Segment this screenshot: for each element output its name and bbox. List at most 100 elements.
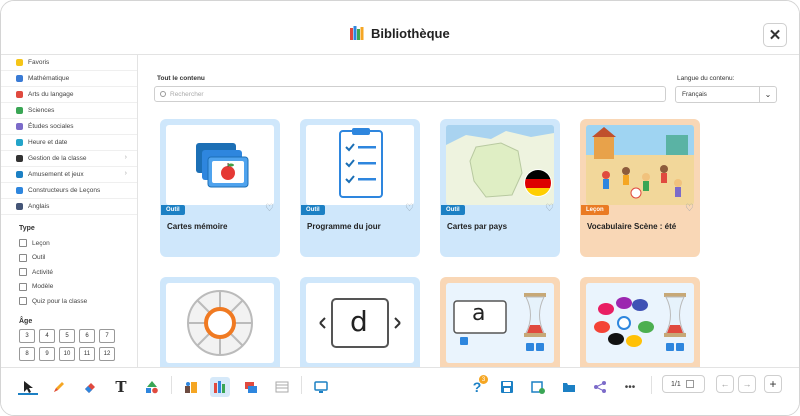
heart-icon[interactable]: ♡ xyxy=(405,203,414,214)
card-color-palette[interactable] xyxy=(580,277,700,367)
card-summer-vocabulary[interactable]: Leçon ♡ Vocabulaire Scène : été xyxy=(580,119,700,257)
category-label: Sciences xyxy=(28,107,55,114)
sidebar-category-item[interactable]: Études sociales xyxy=(1,119,137,135)
type-filter-item[interactable]: Leçon xyxy=(1,236,137,251)
card-flashcards[interactable]: Outil ♡ Cartes mémoire xyxy=(160,119,280,257)
card-thumbnail: d xyxy=(306,283,414,363)
type-filter-item[interactable]: Quiz pour la classe xyxy=(1,294,137,309)
toolbar-divider xyxy=(171,376,172,394)
card-thumbnail xyxy=(306,125,414,205)
age-button[interactable]: 10 xyxy=(59,346,75,361)
sidebar-category-item[interactable]: Favoris xyxy=(1,55,137,71)
more-icon[interactable]: ••• xyxy=(620,377,640,397)
bottom-toolbar: T ? 3 ••• 1/1 ← → + xyxy=(1,367,799,415)
age-button[interactable]: 3 xyxy=(19,328,35,343)
heart-icon[interactable]: ♡ xyxy=(685,203,694,214)
type-filter-item[interactable]: Modèle xyxy=(1,280,137,295)
heart-icon[interactable]: ♡ xyxy=(545,203,554,214)
chevron-right-icon: › xyxy=(124,170,127,177)
sidebar-category-item[interactable]: Mathématique xyxy=(1,71,137,87)
type-filter-item[interactable]: Activité xyxy=(1,265,137,280)
content-area: Tout le contenu Rechercher Langue du con… xyxy=(139,55,799,367)
age-button[interactable]: 12 xyxy=(99,346,115,361)
age-button[interactable]: 7 xyxy=(99,328,115,343)
type-label: Modèle xyxy=(32,283,54,291)
category-icon xyxy=(16,139,23,146)
age-button[interactable]: 11 xyxy=(79,346,95,361)
sidebar-category-item[interactable]: Anglais xyxy=(1,199,137,215)
add-button[interactable]: + xyxy=(764,375,782,393)
card-daily-schedule[interactable]: Outil ♡ Programme du jour xyxy=(300,119,420,257)
heart-icon[interactable]: ♡ xyxy=(265,203,274,214)
sidebar-category-item[interactable]: Sciences xyxy=(1,103,137,119)
header: Bibliothèque ✕ xyxy=(1,1,799,55)
card-spinner[interactable] xyxy=(160,277,280,367)
toolbar-divider xyxy=(301,376,302,394)
checkbox[interactable] xyxy=(19,282,27,291)
eraser-icon[interactable] xyxy=(80,377,100,397)
card-letter-d[interactable]: d xyxy=(300,277,420,367)
text-tool-icon[interactable]: T xyxy=(111,377,131,397)
type-filter-item[interactable]: Outil xyxy=(1,251,137,266)
library-icon[interactable] xyxy=(210,377,230,397)
sidebar-category-item[interactable]: Gestion de la classe › xyxy=(1,151,137,167)
type-filter-list: Leçon Outil Activité Modèle Quiz pour la cla… xyxy=(1,236,137,309)
sidebar-category-item[interactable]: Constructeurs de Leçons xyxy=(1,183,137,199)
prev-page-button[interactable]: ← xyxy=(716,375,734,393)
category-label: Études sociales xyxy=(28,123,74,130)
checkbox[interactable] xyxy=(19,253,27,262)
share-icon[interactable] xyxy=(590,377,610,397)
checkbox[interactable] xyxy=(19,297,27,306)
pen-icon[interactable] xyxy=(49,377,69,397)
media-icon[interactable] xyxy=(241,377,261,397)
content-language-label: Langue du contenu: xyxy=(677,75,735,82)
type-badge: Leçon xyxy=(581,205,609,215)
card-letter-a[interactable]: a xyxy=(440,277,560,367)
category-list: Favoris Mathématique Arts du langage Scienc… xyxy=(1,55,137,215)
card-title: Cartes mémoire xyxy=(167,222,228,231)
next-page-button[interactable]: → xyxy=(738,375,756,393)
type-label: Leçon xyxy=(32,239,50,247)
category-label: Constructeurs de Leçons xyxy=(28,187,101,194)
sidebar-category-item[interactable]: Heure et date xyxy=(1,135,137,151)
age-button[interactable]: 9 xyxy=(39,346,55,361)
card-thumbnail xyxy=(166,125,274,205)
shapes-icon[interactable] xyxy=(142,377,162,397)
search-input[interactable]: Rechercher xyxy=(154,86,666,102)
grid-icon[interactable] xyxy=(272,377,292,397)
card-thumbnail xyxy=(166,283,274,363)
type-label: Quiz pour la classe xyxy=(32,297,88,305)
sidebar-category-item[interactable]: Amusement et jeux › xyxy=(1,167,137,183)
category-icon xyxy=(16,171,23,178)
chevron-down-icon: ⌄ xyxy=(759,87,776,102)
age-button[interactable]: 8 xyxy=(19,346,35,361)
letter-hourglass-illustration-icon xyxy=(453,293,546,351)
add-page-icon[interactable] xyxy=(528,377,548,397)
widgets-icon[interactable] xyxy=(181,377,201,397)
map-germany-illustration-icon xyxy=(446,125,554,205)
card-thumbnail xyxy=(586,283,694,363)
type-label: Outil xyxy=(32,254,46,262)
page-indicator[interactable]: 1/1 xyxy=(662,375,705,393)
flashcards-illustration-icon xyxy=(196,143,249,188)
screen-share-icon[interactable] xyxy=(311,377,331,397)
sidebar-category-item[interactable]: Arts du langage xyxy=(1,87,137,103)
age-button[interactable]: 4 xyxy=(39,328,55,343)
age-button[interactable]: 6 xyxy=(79,328,95,343)
card-country-maps[interactable]: Outil ♡ Cartes par pays xyxy=(440,119,560,257)
library-window: Bibliothèque ✕ Favoris Mathématique Arts d… xyxy=(0,0,800,416)
search-icon xyxy=(160,91,166,97)
filter-sidebar: Favoris Mathématique Arts du langage Scienc… xyxy=(1,55,138,367)
age-button[interactable]: 5 xyxy=(59,328,75,343)
close-button[interactable]: ✕ xyxy=(763,23,787,47)
category-label: Mathématique xyxy=(28,75,70,82)
type-badge: Outil xyxy=(301,205,325,215)
folder-icon[interactable] xyxy=(559,377,579,397)
age-heading: Âge xyxy=(19,317,33,325)
type-heading: Type xyxy=(19,225,35,232)
checkbox[interactable] xyxy=(19,268,27,277)
category-label: Favoris xyxy=(28,59,50,66)
save-icon[interactable] xyxy=(497,377,517,397)
language-select[interactable]: Français ⌄ xyxy=(675,86,777,103)
checkbox[interactable] xyxy=(19,239,27,248)
